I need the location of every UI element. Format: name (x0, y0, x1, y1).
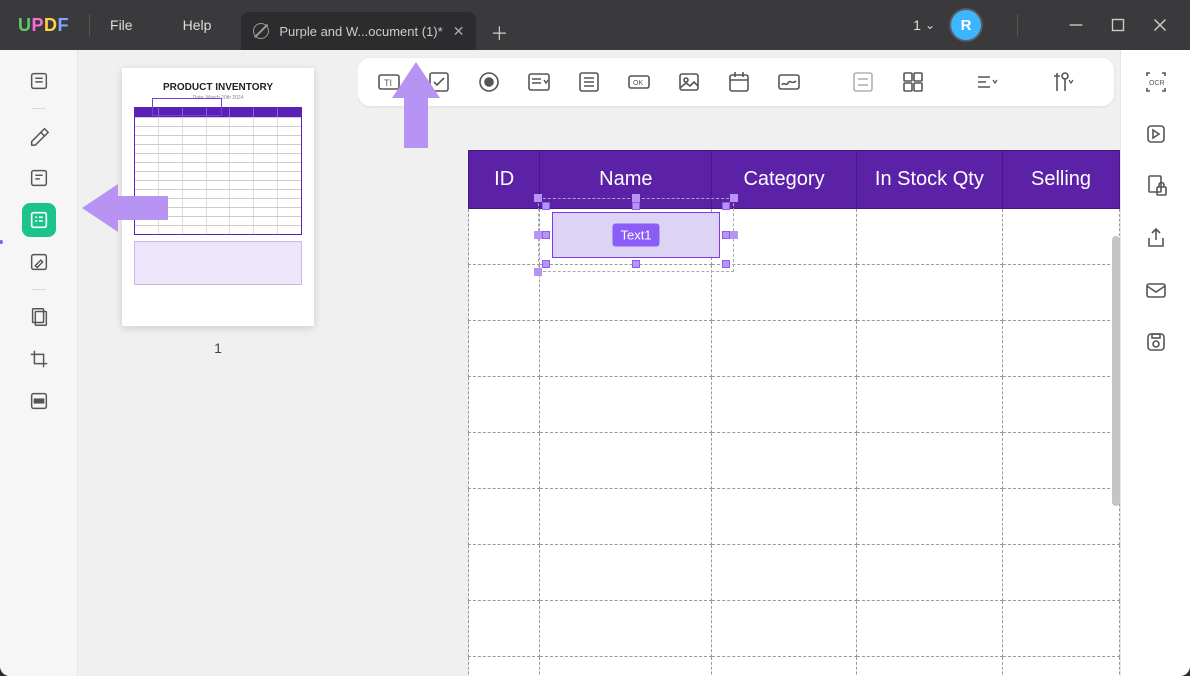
active-indicator (0, 240, 3, 244)
resize-handle[interactable] (542, 231, 550, 239)
resize-handle[interactable] (722, 202, 730, 210)
crop-button[interactable] (22, 342, 56, 376)
resize-handle[interactable] (632, 202, 640, 210)
resize-handle[interactable] (722, 260, 730, 268)
right-rail: OCR (1120, 50, 1190, 676)
col-selling: Selling (1003, 151, 1120, 209)
signature-tool[interactable] (776, 68, 802, 96)
form-mode-button[interactable] (22, 203, 56, 237)
resize-handle[interactable] (534, 231, 542, 239)
thumb-notes-area (134, 241, 302, 285)
minimize-button[interactable] (1064, 13, 1088, 37)
align-dropdown[interactable] (974, 68, 1000, 96)
share-button[interactable] (1142, 224, 1170, 252)
app-logo: UPDF (18, 15, 69, 36)
edit-button[interactable] (22, 245, 56, 279)
chevron-down-icon: ⌄ (925, 18, 935, 32)
resize-handle[interactable] (632, 194, 640, 202)
resize-handle[interactable] (730, 231, 738, 239)
menu-file[interactable]: File (110, 17, 133, 33)
table-row (469, 489, 1120, 545)
field-grid-button[interactable] (900, 68, 926, 96)
resize-handle[interactable] (730, 194, 738, 202)
page-organize-button[interactable] (22, 300, 56, 334)
ocr-button[interactable]: OCR (1142, 68, 1170, 96)
separator (32, 108, 46, 109)
separator (89, 14, 90, 36)
col-id: ID (469, 151, 540, 209)
thumb-selection-box (152, 98, 222, 116)
save-button[interactable] (1142, 328, 1170, 356)
table-row (469, 545, 1120, 601)
resize-handle[interactable] (542, 260, 550, 268)
tab-doc-icon (253, 23, 269, 39)
left-rail (0, 50, 78, 676)
menu-bar: File Help (110, 17, 211, 33)
tab-close-icon[interactable]: ✕ (453, 23, 465, 40)
thumbnail-page-number: 1 (214, 340, 222, 356)
separator (1017, 14, 1018, 36)
window-controls: 1 ⌄ R (913, 10, 1190, 40)
document-tab[interactable]: Purple and W...ocument (1)* ✕ (241, 12, 476, 50)
resize-handle[interactable] (722, 231, 730, 239)
protect-button[interactable] (1142, 172, 1170, 200)
redact-button[interactable] (22, 384, 56, 418)
new-tab-button[interactable]: ＋ (482, 16, 516, 50)
resize-handle[interactable] (534, 194, 542, 202)
table-row (469, 377, 1120, 433)
highlight-button[interactable] (22, 119, 56, 153)
date-field-tool[interactable] (726, 68, 752, 96)
field-name-label: Text1 (612, 224, 659, 247)
reader-mode-button[interactable] (22, 64, 56, 98)
table-row (469, 321, 1120, 377)
titlebar: UPDF File Help Purple and W...ocument (1… (0, 0, 1190, 50)
thumbnail-panel: PRODUCT INVENTORY Date: March 20th 2024 (78, 50, 358, 676)
table-row (469, 433, 1120, 489)
radio-tool[interactable] (476, 68, 502, 96)
form-toolbar: TI OK (358, 58, 1114, 106)
user-avatar[interactable]: R (951, 10, 981, 40)
image-field-tool[interactable] (676, 68, 702, 96)
annotation-arrow-up-icon (386, 62, 446, 152)
view-switcher[interactable]: 1 ⌄ (913, 17, 935, 33)
view-count-label: 1 (913, 17, 921, 33)
form-tools-dropdown[interactable] (1048, 68, 1074, 96)
selected-form-field[interactable]: Text1 (546, 206, 726, 264)
tab-strip: Purple and W...ocument (1)* ✕ ＋ (241, 0, 516, 50)
tab-title: Purple and W...ocument (1)* (279, 24, 442, 39)
close-button[interactable] (1148, 13, 1172, 37)
table-row (469, 601, 1120, 657)
vertical-scrollbar[interactable] (1112, 236, 1120, 506)
annotation-arrow-left-icon (82, 178, 172, 238)
separator (32, 289, 46, 290)
page-view[interactable]: ID Name Category In Stock Qty Selling (358, 106, 1120, 676)
app-body: PRODUCT INVENTORY Date: March 20th 2024 (0, 50, 1190, 676)
resize-handle[interactable] (542, 202, 550, 210)
table-row (469, 657, 1120, 676)
svg-text:OCR: OCR (1149, 80, 1165, 87)
thumb-doc-title: PRODUCT INVENTORY (122, 82, 314, 93)
document-page: ID Name Category In Stock Qty Selling (468, 126, 1120, 676)
col-stock: In Stock Qty (856, 151, 1002, 209)
maximize-button[interactable] (1106, 13, 1130, 37)
svg-text:OK: OK (633, 80, 643, 87)
resize-handle[interactable] (534, 268, 542, 276)
show-fields-button[interactable] (850, 68, 876, 96)
menu-help[interactable]: Help (183, 17, 212, 33)
listbox-tool[interactable] (576, 68, 602, 96)
comment-button[interactable] (22, 161, 56, 195)
resize-handle[interactable] (632, 260, 640, 268)
email-button[interactable] (1142, 276, 1170, 304)
table-row (469, 265, 1120, 321)
convert-button[interactable] (1142, 120, 1170, 148)
dropdown-tool[interactable] (526, 68, 552, 96)
button-tool[interactable]: OK (626, 68, 652, 96)
canvas-area: TI OK ID Name (358, 50, 1120, 676)
